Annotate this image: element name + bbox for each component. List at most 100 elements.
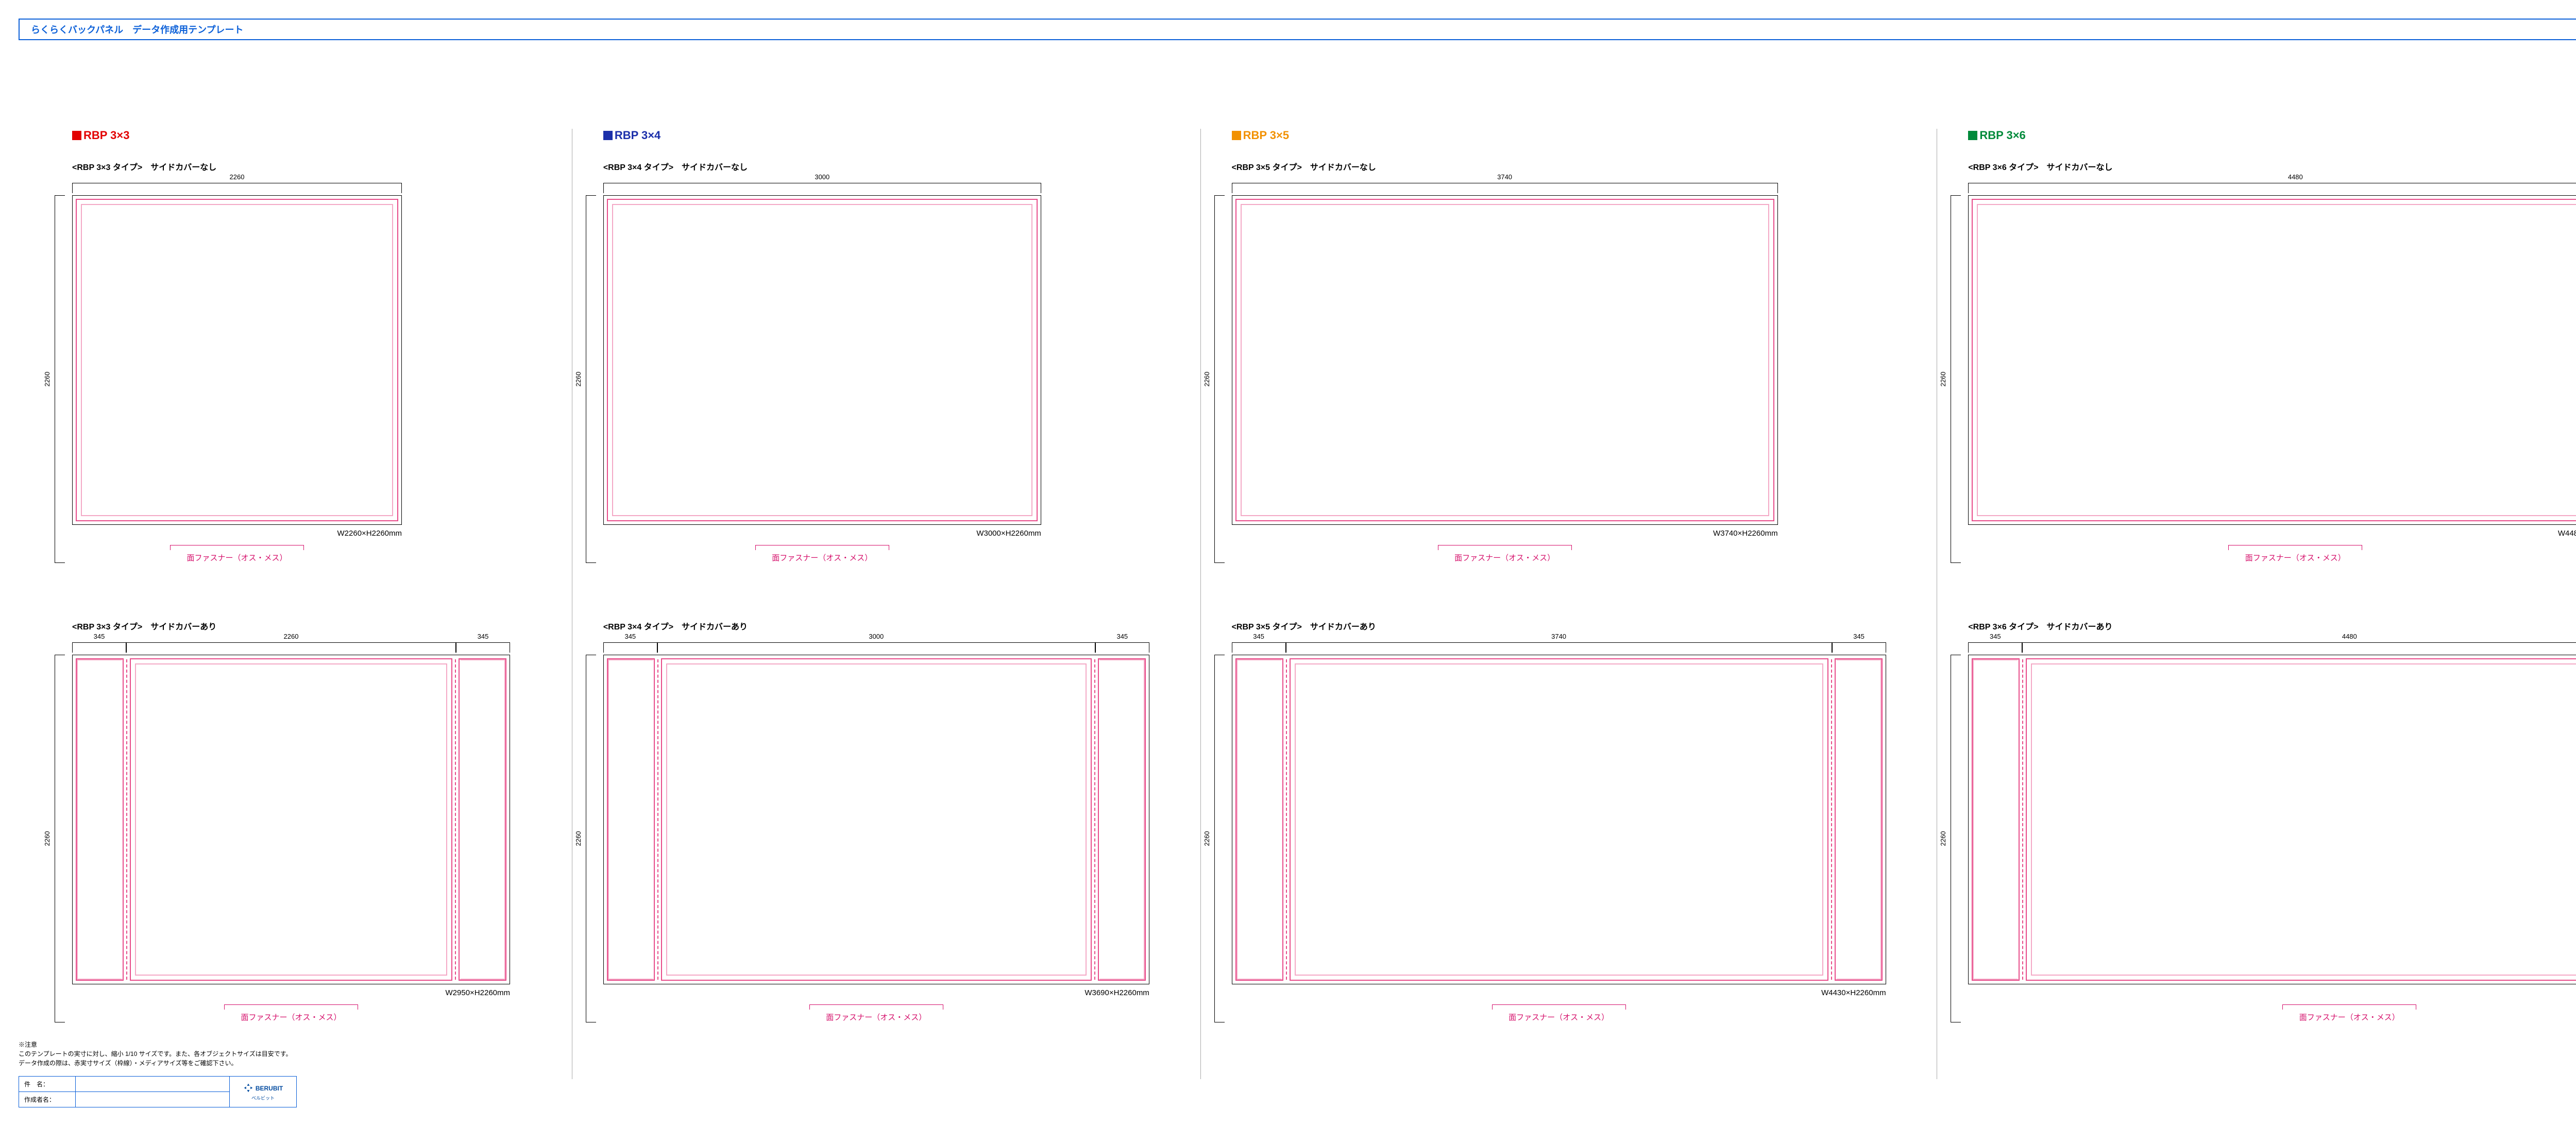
panel-main-area (127, 655, 455, 984)
dim-top: 345 4480 345 (1968, 642, 2576, 655)
fastener-label: 面ファスナー（オス・メス） (72, 545, 402, 563)
column-title-text: RBP 3×4 (615, 129, 660, 142)
table-row: 件 名： BERUBIT ベルビット (19, 1077, 297, 1092)
column-rbp-3x6: RBP 3×6 <RBP 3×6 タイプ> サイドカバーなし 4480 2260… (1937, 129, 2576, 1079)
column-title: RBP 3×6 (1968, 129, 2576, 142)
fastener-label: 面ファスナー（オス・メス） (72, 1004, 510, 1022)
panel-wrap: 345 3740 345 2260 W4430×H2260mm 面ファスナー（オ… (1232, 642, 1906, 1022)
dim-main-w: 4480 (2340, 633, 2359, 640)
dim-side-value: 2260 (1939, 831, 1947, 846)
dim-side-value: 2260 (43, 831, 51, 846)
page-title: らくらくバックパネル データ作成用テンプレート (31, 23, 244, 36)
footer-block: ※注意 このテンプレートの実寸に対し、縮小 1/10 サイズです。また、各オブジ… (19, 1040, 297, 1107)
square-icon (1232, 131, 1241, 140)
square-icon (603, 131, 613, 140)
column-title: RBP 3×4 (603, 129, 1170, 142)
dim-side: 2260 (1214, 195, 1225, 563)
footer-note-line: このテンプレートの実寸に対し、縮小 1/10 サイズです。また、各オブジェクトサ… (19, 1049, 297, 1059)
panel-label: <RBP 3×6 タイプ> サイドカバーなし (1968, 160, 2576, 173)
square-icon (1968, 131, 1977, 140)
footer-table: 件 名： BERUBIT ベルビット 作成者名： (19, 1076, 297, 1107)
column-title-text: RBP 3×5 (1243, 129, 1289, 142)
dim-side: 2260 (1214, 655, 1225, 1022)
bracket-icon (809, 1004, 943, 1010)
dim-side-w: 345 (622, 633, 638, 640)
panel-size: W2950×H2260mm (72, 988, 510, 997)
dim-top: 3000 (603, 183, 1170, 195)
label-cell: 件 名： (19, 1077, 76, 1092)
side-flap-right (1832, 655, 1886, 984)
panel-main-area (1969, 196, 2576, 524)
panel-body (1232, 195, 1778, 525)
panel-wrap: 3000 2260 W3000×H2260mm 面ファスナー（オス・メス） (603, 183, 1170, 563)
panel-main-area (1232, 196, 1777, 524)
panel-body (1232, 655, 1886, 984)
dim-main-w: 2260 (282, 633, 301, 640)
side-flap-left (73, 655, 127, 984)
dim-top: 345 2260 345 (72, 642, 541, 655)
bracket-icon (2228, 545, 2362, 550)
fastener-label: 面ファスナー（オス・メス） (603, 1004, 1149, 1022)
dim-side: 2260 (55, 195, 65, 563)
panel-wrap: 3740 2260 W3740×H2260mm 面ファスナー（オス・メス） (1232, 183, 1906, 563)
brand-sub: ベルビット (235, 1095, 291, 1101)
panel-size: W3690×H2260mm (603, 988, 1149, 997)
panel-size: W4430×H2260mm (1232, 988, 1886, 997)
column-title: RBP 3×3 (72, 129, 541, 142)
footer-note-line: データ作成の際は、赤実寸サイズ（枠線）・メディアサイズ等をご確認下さい。 (19, 1059, 297, 1068)
panel-body (603, 655, 1149, 984)
panel-no-cover: <RBP 3×6 タイプ> サイドカバーなし 4480 2260 W4480×H… (1968, 160, 2576, 563)
dim-side: 2260 (586, 655, 596, 1022)
panel-main-area (1286, 655, 1832, 984)
panel-body (1968, 655, 2576, 984)
panel-wrap: 345 4480 345 2260 W5170×H2260mm 面ファスナー（オ… (1968, 642, 2576, 1022)
panel-label: <RBP 3×4 タイプ> サイドカバーなし (603, 160, 1170, 173)
fastener-label: 面ファスナー（オス・メス） (1968, 545, 2576, 563)
panel-label: <RBP 3×6 タイプ> サイドカバーあり (1968, 620, 2576, 632)
panel-no-cover: <RBP 3×3 タイプ> サイドカバーなし 2260 2260 W2260×H… (72, 160, 541, 563)
side-flap-right (1095, 655, 1149, 984)
panel-with-cover: <RBP 3×4 タイプ> サイドカバーあり 345 3000 345 2260… (603, 620, 1170, 1022)
panel-with-cover: <RBP 3×3 タイプ> サイドカバーあり 345 2260 345 2260… (72, 620, 541, 1022)
panel-wrap: 4480 2260 W4480×H2260mm 面ファスナー（オス・メス） (1968, 183, 2576, 563)
footer-notes: ※注意 このテンプレートの実寸に対し、縮小 1/10 サイズです。また、各オブジ… (19, 1040, 297, 1068)
panel-body (1968, 195, 2576, 525)
panel-wrap: 2260 2260 W2260×H2260mm 面ファスナー（オス・メス） (72, 183, 541, 563)
value-cell (76, 1077, 230, 1092)
dim-side-value: 2260 (1939, 372, 1947, 387)
panel-label: <RBP 3×5 タイプ> サイドカバーなし (1232, 160, 1906, 173)
panel-body (72, 655, 510, 984)
bracket-icon (2282, 1004, 2416, 1010)
dim-side-value: 2260 (1203, 831, 1211, 846)
dim-top-value: 2260 (228, 173, 247, 181)
dim-side-w: 345 (92, 633, 107, 640)
dim-main-w: 3740 (1549, 633, 1568, 640)
panel-label: <RBP 3×4 タイプ> サイドカバーあり (603, 620, 1170, 632)
square-icon (72, 131, 81, 140)
brand-logo: BERUBIT (243, 1083, 283, 1095)
panel-size: W3000×H2260mm (603, 529, 1041, 538)
dim-side-value: 2260 (43, 372, 51, 387)
dim-side: 2260 (1951, 195, 1961, 563)
value-cell (76, 1092, 230, 1107)
panel-size: W4480×H2260mm (1968, 529, 2576, 538)
column-title-text: RBP 3×6 (1979, 129, 2025, 142)
panel-no-cover: <RBP 3×4 タイプ> サイドカバーなし 3000 2260 W3000×H… (603, 160, 1170, 563)
brand-cell: BERUBIT ベルビット (230, 1077, 297, 1107)
column-rbp-3x4: RBP 3×4 <RBP 3×4 タイプ> サイドカバーなし 3000 2260… (572, 129, 1200, 1079)
panel-size: W3740×H2260mm (1232, 529, 1778, 538)
side-flap-left (1232, 655, 1286, 984)
dim-side-w: 345 (1988, 633, 2003, 640)
dim-top-value: 3740 (1495, 173, 1514, 181)
panel-main-area (658, 655, 1095, 984)
brand-name: BERUBIT (256, 1085, 283, 1092)
dim-top: 3740 (1232, 183, 1906, 195)
columns: RBP 3×3 <RBP 3×3 タイプ> サイドカバーなし 2260 2260… (41, 129, 2576, 1079)
dim-main-w: 3000 (867, 633, 886, 640)
dim-side: 2260 (1951, 655, 1961, 1022)
panel-size: W2260×H2260mm (72, 529, 402, 538)
bracket-icon (224, 1004, 358, 1010)
panel-main-area (604, 196, 1041, 524)
logo-mark-icon (243, 1083, 253, 1095)
dim-side-value: 2260 (574, 831, 582, 846)
